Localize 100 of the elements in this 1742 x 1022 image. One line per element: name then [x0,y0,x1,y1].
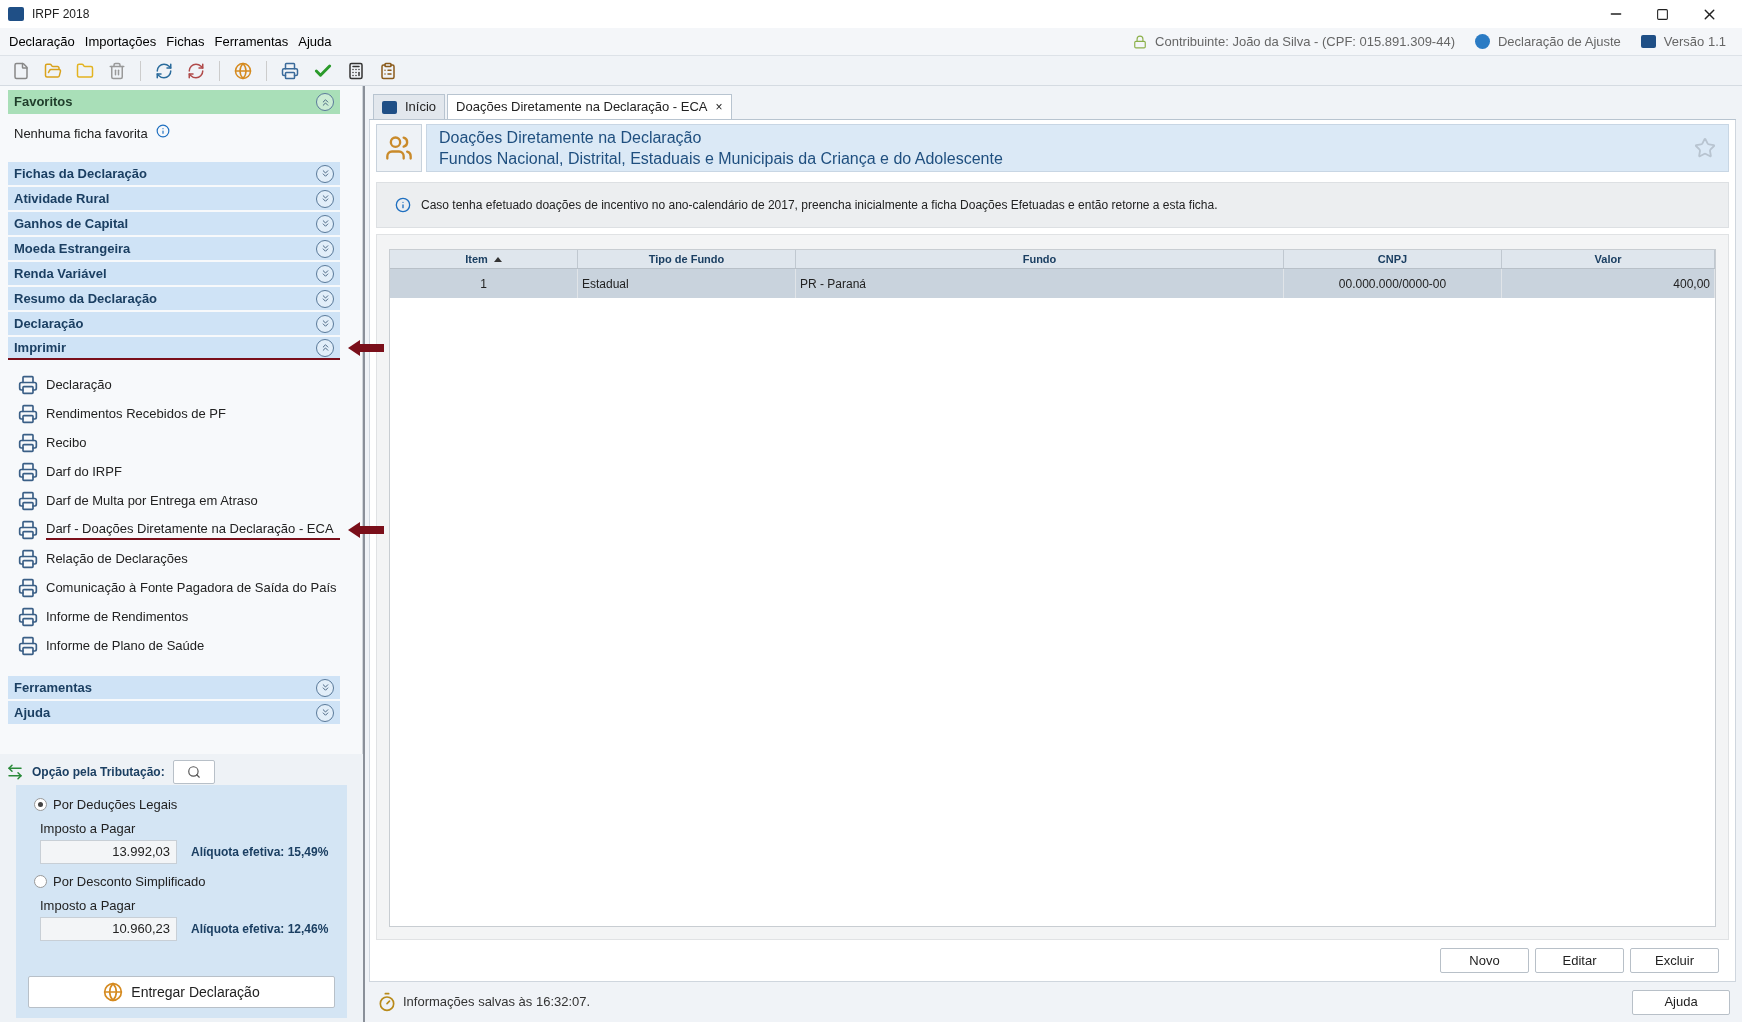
printer-icon [18,374,38,395]
column-header[interactable]: CNPJ [1284,250,1502,268]
trash-icon[interactable] [108,61,126,80]
menu-item[interactable]: Importações [79,31,162,52]
info-icon [155,124,170,138]
window-title: IRPF 2018 [32,6,90,23]
open-folder-icon[interactable] [44,61,62,80]
radio-label[interactable]: Por Deduções Legais [53,795,178,815]
print-menu-item[interactable]: Rendimentos Recebidos de PF [46,403,226,424]
swap-arrows-icon [6,763,24,781]
lock-icon [1133,34,1148,49]
print-menu-item[interactable]: Comunicação à Fonte Pagadora de Saída do País [46,577,337,598]
refresh-icon[interactable] [155,61,173,80]
clipboard-icon[interactable] [379,61,397,80]
annotation-arrow-icon [348,339,384,356]
expand-icon[interactable] [316,189,334,208]
section-header[interactable]: Declaração [8,312,340,335]
tab[interactable]: Início [373,94,446,119]
printer-icon [18,403,38,424]
status-text: Informações salvas às 16:32:07. [403,993,591,1012]
column-header[interactable]: Valor [1502,250,1715,268]
print-menu-item[interactable]: Darf do IRPF [46,461,122,482]
amount-field: 13.992,03 [40,840,177,864]
expand-icon[interactable] [316,678,334,697]
page-subtitle: Fundos Nacional, Distrital, Estaduais e Municipais da Criança e do Adolescente [439,149,1004,169]
collapse-icon[interactable] [316,338,334,357]
expand-icon[interactable] [316,164,334,183]
search-button[interactable] [172,760,215,784]
column-header[interactable]: Fundo [796,250,1284,268]
print-menu-item[interactable]: Declaração [46,374,112,395]
expand-icon[interactable] [316,214,334,233]
section-header[interactable]: Resumo da Declaração [8,287,340,310]
section-header[interactable]: Atividade Rural [8,187,340,210]
expand-icon[interactable] [316,264,334,283]
print-menu-item[interactable]: Recibo [46,432,87,453]
favorite-star-icon[interactable] [1694,137,1716,159]
declaration-type: Declaração de Ajuste [1498,32,1621,51]
printer-icon [18,577,38,598]
people-icon [385,134,413,162]
folder-icon[interactable] [76,61,94,80]
table-cell-text: Estadual [582,275,629,293]
action-button[interactable]: Excluir [1630,948,1719,973]
section-header[interactable]: Favoritos [8,90,340,114]
printer-icon [18,606,38,627]
close-tab-icon[interactable]: × [715,98,723,116]
globe-icon [103,982,124,1002]
table-cell-text: PR - Paraná [800,275,867,293]
print-menu-item[interactable]: Informe de Rendimentos [46,606,189,627]
print-menu-item[interactable]: Darf - Doações Diretamente na Declaração - ECA [46,518,340,541]
table-cell-text: 1 [480,275,487,293]
column-header[interactable]: Tipo de Fundo [578,250,796,268]
section-header[interactable]: Fichas da Declaração [8,162,340,185]
globe-icon[interactable] [234,61,252,80]
printer-icon [18,490,38,511]
effective-rate: Alíquota efetiva: 15,49% [191,844,329,861]
help-button[interactable]: Ajuda [1632,989,1730,1015]
section-header[interactable]: Renda Variável [8,262,340,285]
print-menu-item[interactable]: Relação de Declarações [46,548,188,569]
calculator-icon[interactable] [347,61,365,80]
empty-favorites-text: Nenhuma ficha favorita [14,125,148,143]
maximize-icon[interactable] [1656,7,1669,21]
info-message: Caso tenha efetuado doações de incentivo no ano-calendário de 2017, preencha inicialmente a ficha Doações Efetuadas e então retorne a esta ficha. [421,197,1218,214]
section-header[interactable]: Moeda Estrangeira [8,237,340,260]
section-header[interactable]: Ganhos de Capital [8,212,340,235]
submit-declaration-button[interactable]: Entregar Declaração [28,976,335,1008]
expand-icon[interactable] [316,314,334,333]
page-title: Doações Diretamente na Declaração [439,128,703,148]
print-menu-item[interactable]: Darf de Multa por Entrega em Atraso [46,490,258,511]
printer-icon [18,461,38,482]
menu-item[interactable]: Ferramentas [209,31,294,52]
section-header[interactable]: Ajuda [8,701,340,724]
section-header[interactable]: Ferramentas [8,676,340,699]
expand-icon[interactable] [316,289,334,308]
menu-item[interactable]: Fichas [161,31,210,52]
column-header[interactable]: Item [390,250,578,268]
printer-icon [18,519,38,540]
amount-label: Imposto a Pagar [39,896,137,915]
table-cell-text: 00.000.000/0000-00 [1338,275,1447,293]
radio-button[interactable] [34,875,47,889]
printer-icon [18,548,38,569]
print-icon[interactable] [281,61,299,80]
printer-icon [18,635,38,656]
amount-label: Imposto a Pagar [39,819,137,838]
action-button[interactable]: Novo [1440,948,1529,973]
radio-label[interactable]: Por Desconto Simplificado [53,872,206,892]
expand-icon[interactable] [316,703,334,722]
collapse-icon[interactable] [316,93,334,111]
menu-item[interactable]: Ajuda [293,31,337,52]
tax-option-label: Opção pela Tributação: [32,764,165,781]
tab[interactable]: Doações Diretamente na Declaração - ECA × [447,94,732,119]
info-icon [395,197,411,213]
expand-icon[interactable] [316,239,334,258]
new-file-icon[interactable] [12,61,30,80]
radio-button[interactable] [34,798,47,812]
print-menu-item[interactable]: Informe de Plano de Saúde [46,635,205,656]
table-cell-text: 400,00 [1673,275,1710,293]
action-button[interactable]: Editar [1535,948,1624,973]
effective-rate: Alíquota efetiva: 12,46% [191,921,329,938]
menu-item[interactable]: Declaração [4,31,80,52]
table-row[interactable]: 1 Estadual PR - Paraná 00.000.000/0000-00 400,00 [390,269,1715,298]
